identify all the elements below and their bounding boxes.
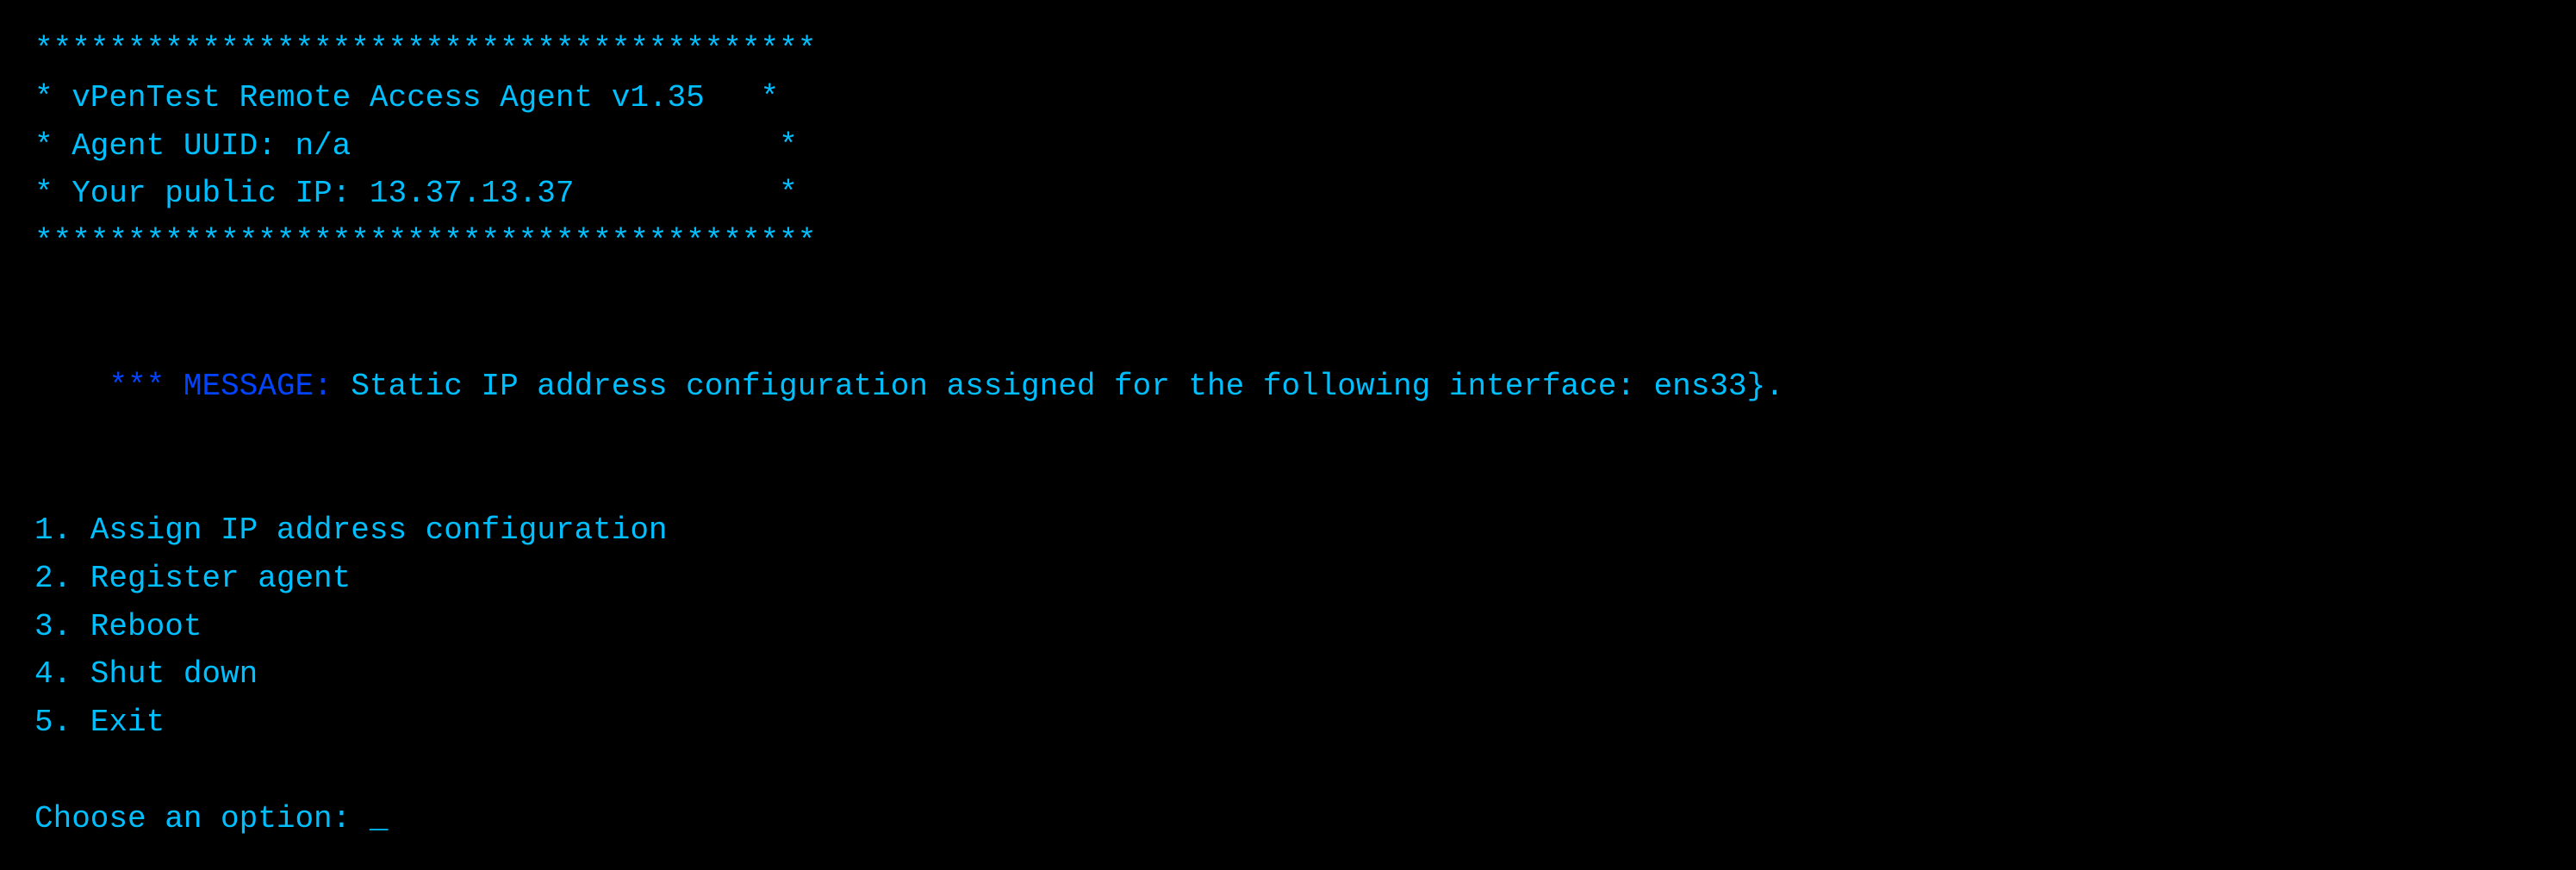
header-ip-line: * Your public IP: 13.37.13.37 * (34, 170, 2542, 218)
menu-item-3: 3. Reboot (34, 603, 2542, 651)
blank-2 (34, 458, 2542, 506)
header-border-top: ****************************************… (34, 26, 2542, 74)
prompt-line[interactable]: Choose an option: _ (34, 795, 2542, 843)
menu-item-4: 4. Shut down (34, 650, 2542, 699)
terminal-window: ****************************************… (34, 26, 2542, 843)
header-title-line: * vPenTest Remote Access Agent v1.35 * (34, 74, 2542, 122)
message-text: Static IP address configuration assigned… (333, 369, 1784, 404)
menu-item-1: 1. Assign IP address configuration (34, 506, 2542, 555)
message-label: *** MESSAGE: (109, 369, 332, 404)
header-uuid-line: * Agent UUID: n/a * (34, 122, 2542, 171)
header-border-bottom: ****************************************… (34, 218, 2542, 266)
blank-1 (34, 266, 2542, 314)
menu-item-5: 5. Exit (34, 699, 2542, 747)
message-line: *** MESSAGE: Static IP address configura… (34, 314, 2542, 458)
blank-3 (34, 747, 2542, 795)
menu-item-2: 2. Register agent (34, 555, 2542, 603)
